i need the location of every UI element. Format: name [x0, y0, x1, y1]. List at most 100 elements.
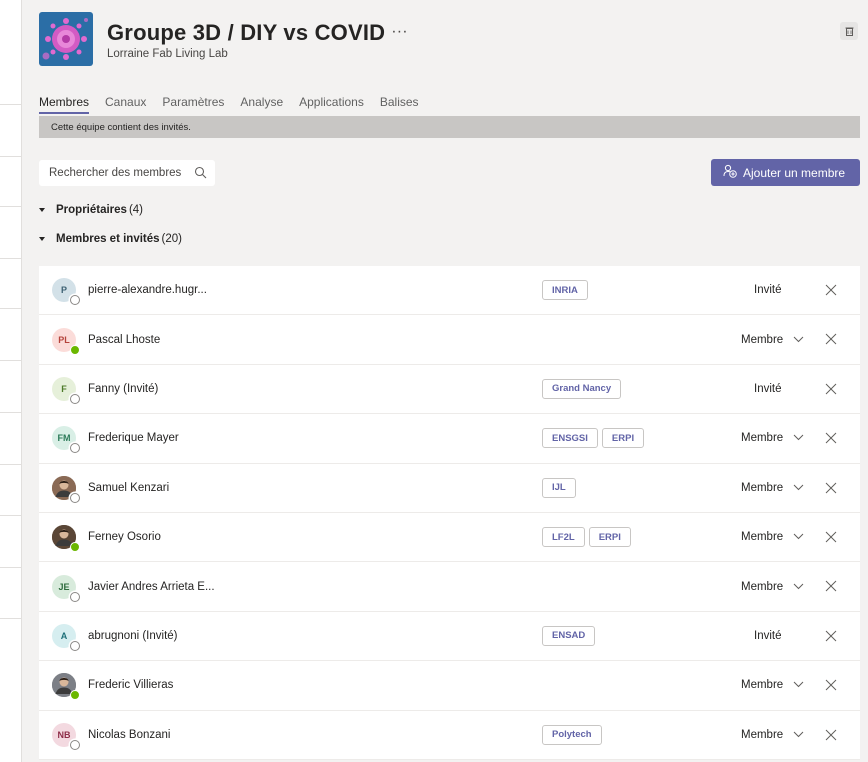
member-tag[interactable]: INRIA — [542, 280, 588, 301]
remove-member-icon[interactable] — [825, 283, 837, 301]
avatar[interactable]: F — [52, 376, 80, 404]
divider — [0, 464, 22, 465]
status-offline-icon — [70, 443, 80, 454]
member-name[interactable]: Ferney Osorio — [88, 531, 161, 543]
member-name[interactable]: Nicolas Bonzani — [88, 729, 170, 741]
role-dropdown[interactable]: Membre — [741, 482, 804, 494]
member-row[interactable]: Samuel Kenzari IJL Membre — [39, 463, 860, 513]
member-name[interactable]: abrugnoni (Invité) — [88, 630, 178, 642]
member-tag[interactable]: ENSAD — [542, 625, 596, 646]
member-name[interactable]: Fanny (Invité) — [88, 383, 158, 395]
member-tag[interactable]: ENSGSI — [542, 428, 598, 449]
member-row[interactable]: Ppierre-alexandre.hugr... INRIA Invité — [39, 266, 860, 316]
remove-member-icon[interactable] — [825, 481, 837, 499]
tab-membres[interactable]: Membres — [39, 95, 90, 114]
member-name[interactable]: pierre-alexandre.hugr... — [88, 284, 207, 296]
role-label: Membre — [741, 333, 784, 346]
caret-down-icon — [39, 208, 45, 212]
role-dropdown[interactable]: Membre — [741, 531, 804, 543]
left-pane — [0, 0, 22, 762]
status-offline-icon — [70, 295, 80, 306]
member-row[interactable]: PL Pascal Lhoste Membre — [39, 315, 860, 365]
trash-icon[interactable] — [840, 22, 858, 40]
member-tags: Grand Nancy — [542, 378, 622, 399]
remove-member-icon[interactable] — [825, 678, 837, 696]
avatar-initials: PL — [58, 334, 70, 345]
avatar[interactable]: NB — [52, 722, 80, 750]
member-row[interactable]: Frederic Villieras Membre — [39, 661, 860, 711]
divider — [0, 258, 22, 259]
member-row[interactable]: Ferney Osorio LF2L ERPI Membre — [39, 512, 860, 563]
team-title-text: Groupe 3D / DIY vs COVID — [107, 20, 386, 45]
role-dropdown[interactable]: Membre — [741, 432, 804, 444]
tab-applications[interactable]: Applications — [299, 95, 364, 114]
member-tag[interactable]: Grand Nancy — [542, 378, 622, 399]
avatar[interactable] — [52, 525, 80, 553]
role-dropdown[interactable]: Membre — [741, 581, 804, 593]
tab-analyse[interactable]: Analyse — [240, 95, 283, 114]
role-dropdown[interactable]: Membre — [741, 729, 804, 741]
remove-member-icon[interactable] — [825, 431, 837, 449]
avatar-initials: A — [60, 630, 68, 641]
member-tags: LF2L ERPI — [542, 527, 631, 548]
remove-member-icon[interactable] — [825, 382, 837, 400]
member-row[interactable]: JE Javier Andres Arrieta E... Membre — [39, 562, 860, 612]
member-row[interactable]: Aabrugnoni (Invité) ENSAD Invité — [39, 611, 860, 662]
section-name: Propriétaires — [56, 204, 127, 216]
avatar[interactable]: JE — [52, 574, 80, 602]
tab-parametres[interactable]: Paramètres — [162, 95, 224, 114]
team-title: Groupe 3D / DIY vs COVID ··· — [107, 20, 408, 46]
avatar[interactable]: A — [52, 623, 80, 651]
member-tag[interactable]: IJL — [542, 477, 576, 498]
member-tag[interactable]: ERPI — [588, 527, 631, 548]
member-name[interactable]: Frederique Mayer — [88, 432, 179, 444]
avatar[interactable] — [52, 673, 80, 701]
divider — [0, 360, 22, 361]
team-header: Groupe 3D / DIY vs COVID ··· Lorraine Fab… — [39, 12, 408, 66]
member-name[interactable]: Pascal Lhoste — [88, 334, 160, 346]
divider — [0, 206, 22, 207]
avatar[interactable]: FM — [52, 426, 80, 454]
role-dropdown[interactable]: Membre — [741, 679, 804, 691]
more-options-icon[interactable]: ··· — [391, 23, 408, 40]
status-available-icon — [70, 690, 80, 701]
avatar-initials: FM — [57, 433, 71, 444]
member-tag[interactable]: LF2L — [542, 527, 585, 548]
avatar[interactable]: PL — [52, 327, 80, 355]
avatar[interactable] — [52, 475, 80, 503]
role-label: Invité — [754, 284, 782, 297]
role-dropdown[interactable]: Membre — [741, 334, 804, 346]
member-name[interactable]: Frederic Villieras — [88, 679, 173, 691]
remove-member-icon[interactable] — [825, 530, 837, 548]
tab-balises[interactable]: Balises — [380, 95, 419, 114]
avatar[interactable]: P — [52, 278, 80, 306]
divider — [0, 308, 22, 309]
remove-member-icon[interactable] — [825, 629, 837, 647]
remove-member-icon[interactable] — [825, 579, 837, 597]
member-tag[interactable]: ERPI — [601, 428, 645, 449]
add-member-label: Ajouter un membre — [743, 165, 846, 180]
section-name: Membres et invités — [56, 233, 160, 245]
owners-section-toggle[interactable]: Propriétaires (4) — [39, 204, 143, 216]
member-row[interactable]: NB Nicolas Bonzani Polytech Membre — [39, 710, 860, 760]
caret-down-icon — [39, 237, 45, 241]
role-label: Membre — [741, 481, 784, 494]
status-offline-icon — [70, 640, 80, 651]
member-name[interactable]: Samuel Kenzari — [88, 482, 169, 494]
status-available-icon — [70, 344, 80, 355]
search-placeholder: Rechercher des membres — [49, 167, 182, 179]
chevron-down-icon — [793, 482, 804, 494]
avatar-initials: NB — [57, 729, 71, 740]
remove-member-icon[interactable] — [825, 728, 837, 746]
member-role: Invité — [754, 284, 782, 296]
member-row[interactable]: FM Frederique Mayer ENSGSI ERPI Membre — [39, 414, 860, 464]
member-tag[interactable]: Polytech — [542, 724, 602, 745]
search-input[interactable]: Rechercher des membres — [39, 160, 215, 186]
tab-canaux[interactable]: Canaux — [105, 95, 146, 114]
member-tags: ENSGSI ERPI — [542, 428, 645, 449]
remove-member-icon[interactable] — [825, 332, 837, 350]
add-member-button[interactable]: Ajouter un membre — [711, 159, 860, 186]
members-section-toggle[interactable]: Membres et invités (20) — [39, 233, 182, 245]
member-row[interactable]: F Fanny (Invité) Grand Nancy Invité — [39, 364, 860, 415]
member-name[interactable]: Javier Andres Arrieta E... — [88, 581, 215, 593]
